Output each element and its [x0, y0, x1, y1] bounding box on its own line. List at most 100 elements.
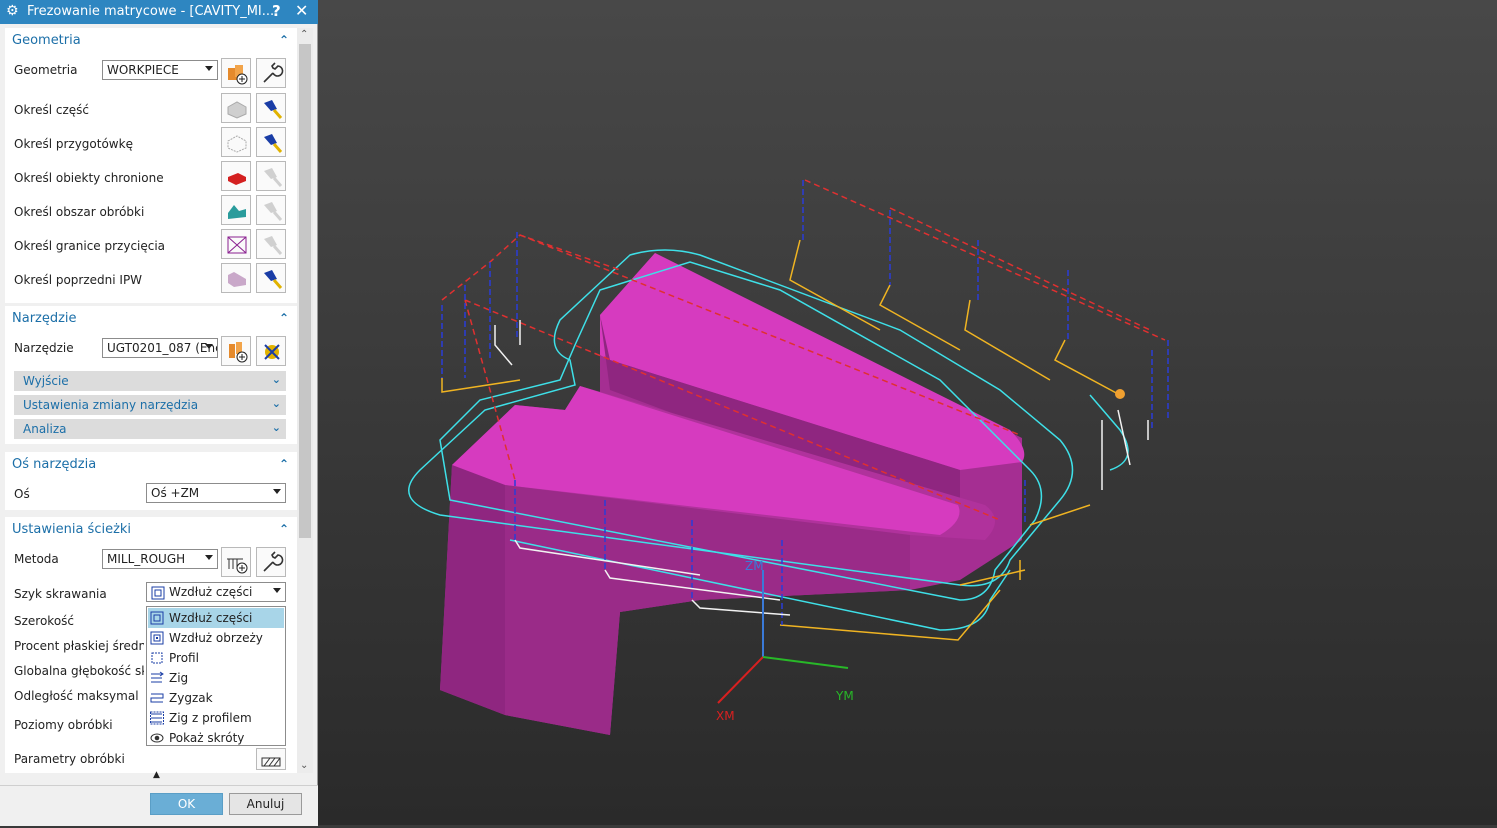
global-depth-label: Globalna głębokość skra — [14, 664, 144, 678]
specify-ipw-button[interactable] — [221, 263, 251, 293]
wrench-icon — [263, 62, 284, 83]
model-view: ZM XM YM — [408, 179, 1169, 735]
zm-axis-label: ZM — [745, 559, 764, 573]
option-zig-with-contour[interactable]: Zig z profilem — [148, 708, 284, 728]
cutting-params-button[interactable] — [256, 748, 286, 770]
chevron-up-icon[interactable]: ⌃ — [279, 522, 289, 536]
specify-part-label: Określ część — [14, 103, 89, 117]
follow-periphery-icon — [150, 631, 164, 645]
cutting-params-icon — [261, 757, 281, 767]
new-tool-icon — [229, 342, 248, 363]
stepover-label: Szerokość — [14, 614, 75, 628]
dropdown-arrow-icon — [205, 555, 213, 560]
specify-blank-label: Określ przygotówkę — [14, 137, 133, 151]
display-cut-area-button[interactable] — [256, 195, 286, 225]
option-follow-periphery[interactable]: Wzdłuż obrzeży — [148, 628, 284, 648]
check-geometry-icon — [228, 173, 246, 185]
ym-axis-label: YM — [835, 689, 854, 703]
axis-select[interactable]: Oś +ZM — [146, 483, 286, 503]
workpiece-part — [440, 253, 1025, 735]
gear-icon: ⚙ — [6, 3, 19, 19]
section-tool-axis-header[interactable]: Oś narzędzia — [12, 457, 96, 472]
tool-label: Narzędzie — [14, 341, 74, 355]
flashlight-icon — [264, 270, 283, 289]
scroll-up-icon[interactable]: ⌃ — [300, 29, 308, 40]
chevron-up-icon[interactable]: ⌃ — [279, 457, 289, 471]
subsection-tool-change[interactable]: Ustawienia zmiany narzędzia ⌄ — [14, 395, 286, 415]
dropdown-arrow-icon — [273, 588, 281, 593]
expand-more-icon[interactable]: ▲ — [153, 770, 160, 780]
cut-pattern-dropdown-list: Wzdłuż części Wzdłuż obrzeży Profil Zig … — [146, 606, 286, 746]
new-geometry-icon — [228, 65, 248, 85]
trim-boundary-icon — [227, 236, 247, 254]
specify-part-button[interactable] — [221, 93, 251, 123]
subsection-output[interactable]: Wyjście ⌄ — [14, 371, 286, 391]
chevron-down-icon: ⌄ — [271, 397, 281, 410]
subsection-output-label: Wyjście — [23, 374, 69, 388]
section-geometry-header[interactable]: Geometria — [12, 33, 81, 48]
option-follow-part[interactable]: Wzdłuż części — [148, 608, 284, 628]
cut-pattern-select[interactable]: Wzdłuż części — [146, 582, 286, 602]
chevron-up-icon[interactable]: ⌃ — [279, 33, 289, 47]
new-method-button[interactable] — [221, 547, 251, 577]
display-ipw-button[interactable] — [256, 263, 286, 293]
subsection-analysis[interactable]: Analiza ⌄ — [14, 419, 286, 439]
new-method-icon — [227, 558, 248, 574]
edit-tool-button[interactable] — [256, 336, 286, 366]
chevron-up-icon[interactable]: ⌃ — [279, 311, 289, 325]
ym-axis-line — [762, 656, 849, 669]
cut-levels-label: Poziomy obróbki — [14, 718, 113, 732]
dialog-titlebar: ⚙ Frezowanie matrycowe - [CAVITY_MI... ?… — [0, 0, 318, 24]
section-path-header[interactable]: Ustawienia ścieżki — [12, 522, 131, 537]
display-trim-button[interactable] — [256, 229, 286, 259]
scroll-down-icon[interactable]: ⌄ — [300, 760, 308, 771]
new-tool-button[interactable] — [221, 336, 251, 366]
method-label: Metoda — [14, 552, 59, 566]
flashlight-disabled-icon — [264, 202, 283, 221]
graphics-viewport[interactable]: ZM XM YM — [318, 0, 1497, 825]
follow-part-icon — [151, 586, 165, 600]
option-zig[interactable]: Zig — [148, 668, 284, 688]
help-button[interactable]: ? — [272, 2, 281, 20]
blank-icon — [227, 135, 247, 153]
xm-axis-label: XM — [716, 709, 735, 723]
specify-check-button[interactable] — [221, 161, 251, 191]
specify-check-label: Określ obiekty chronione — [14, 171, 164, 185]
dropdown-arrow-icon — [273, 489, 281, 494]
specify-trim-label: Określ granice przycięcia — [14, 239, 166, 253]
zig-contour-icon — [150, 711, 164, 725]
option-zigzag[interactable]: Zygzak — [148, 688, 284, 708]
edit-geometry-button[interactable] — [256, 58, 286, 88]
display-blank-button[interactable] — [256, 127, 286, 157]
max-distance-label: Odległość maksymalna — [14, 689, 138, 703]
display-check-button[interactable] — [256, 161, 286, 191]
specify-cut-area-button[interactable] — [221, 195, 251, 225]
tool-select[interactable]: UGT0201_087 (Enc — [102, 338, 218, 358]
option-profile[interactable]: Profil — [148, 648, 284, 668]
section-tool-header[interactable]: Narzędzie — [12, 311, 77, 326]
edit-method-button[interactable] — [256, 547, 286, 577]
option-show-shortcuts[interactable]: Pokaż skróty — [148, 728, 284, 748]
method-select[interactable]: MILL_ROUGH — [102, 549, 218, 569]
zig-icon — [151, 671, 164, 683]
specify-ipw-label: Określ poprzedni IPW — [14, 273, 143, 287]
new-geometry-button[interactable] — [221, 58, 251, 88]
close-button[interactable]: ✕ — [295, 1, 308, 20]
dialog-footer: OK Anuluj — [0, 785, 318, 826]
geometry-select[interactable]: WORKPIECE — [102, 60, 218, 80]
cutting-params-label: Parametry obróbki — [14, 752, 125, 766]
dialog-scrollbar[interactable]: ⌃ ⌄ — [297, 28, 313, 773]
specify-trim-button[interactable] — [221, 229, 251, 259]
scrollbar-thumb[interactable] — [299, 44, 311, 538]
cancel-button[interactable]: Anuluj — [229, 793, 302, 815]
dropdown-arrow-icon — [205, 66, 213, 71]
specify-blank-button[interactable] — [221, 127, 251, 157]
wrench-icon — [263, 551, 284, 572]
percent-flat-label: Procent płaskiej średnicy — [14, 639, 144, 653]
profile-icon — [151, 652, 163, 664]
flashlight-disabled-icon — [264, 168, 283, 187]
cut-area-icon — [228, 205, 246, 219]
subsection-tool-change-label: Ustawienia zmiany narzędzia — [23, 398, 199, 412]
ok-button[interactable]: OK — [150, 793, 223, 815]
display-part-button[interactable] — [256, 93, 286, 123]
